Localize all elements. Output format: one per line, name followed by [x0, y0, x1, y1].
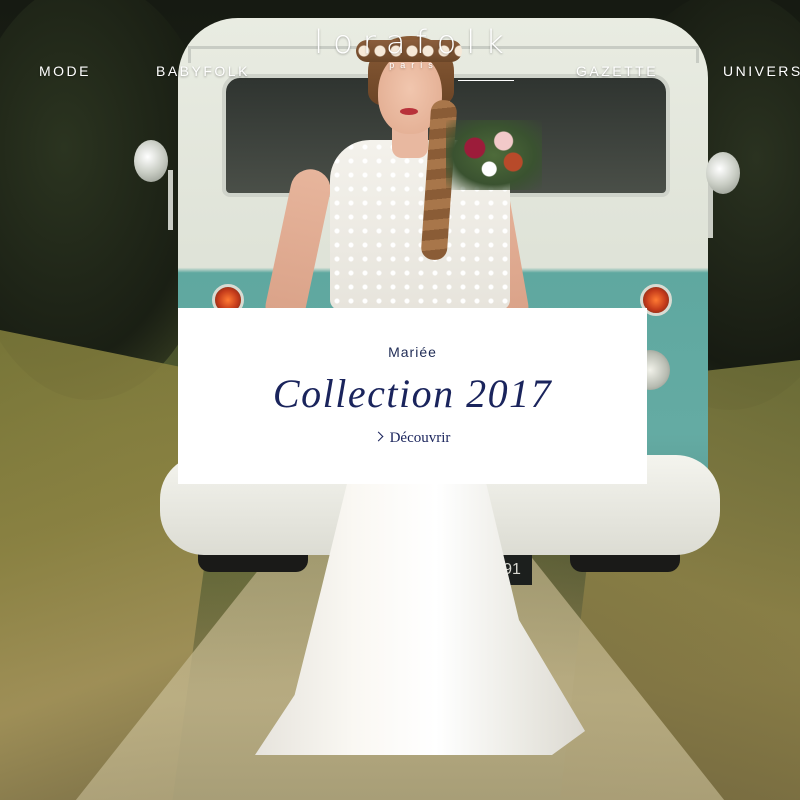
mirror-right — [706, 152, 740, 194]
card-title[interactable]: Collection 2017 — [178, 370, 647, 417]
discover-link[interactable]: Découvrir — [178, 430, 647, 447]
logo-rule — [458, 80, 514, 81]
logo-wordmark: lorafolk — [314, 23, 514, 61]
card-eyebrow: Mariée — [388, 344, 437, 360]
discover-label: Découvrir — [389, 430, 451, 446]
chevron-right-icon — [373, 431, 384, 442]
flower-bouquet — [446, 120, 542, 190]
nav-item-mode[interactable]: MODE — [39, 63, 91, 79]
nav-item-univers[interactable]: UNIVERS — [723, 63, 800, 79]
page: 91 MODE BABYFOLK lorafolk paris GAZETTE … — [0, 0, 800, 800]
logo[interactable]: lorafolk paris — [300, 22, 528, 92]
mirror-left — [134, 140, 168, 182]
mirror-arm-left — [168, 170, 173, 230]
nav-item-gazette[interactable]: GAZETTE — [576, 63, 658, 79]
main-nav: MODE BABYFOLK lorafolk paris GAZETTE UNI… — [0, 0, 800, 110]
collection-card: Mariée Collection 2017 Découvrir — [178, 308, 647, 484]
nav-item-babyfolk[interactable]: BABYFOLK — [156, 63, 250, 79]
